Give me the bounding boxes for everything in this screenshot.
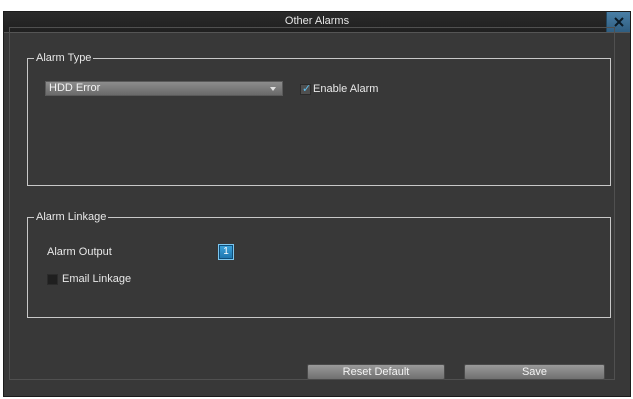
alarm-type-select-value: HDD Error (49, 82, 101, 94)
reset-default-button[interactable]: Reset Default (307, 364, 445, 380)
alarm-type-group: Alarm Type (27, 52, 611, 186)
enable-alarm-label[interactable]: Enable Alarm (313, 83, 378, 96)
alarm-output-label: Alarm Output (47, 246, 112, 258)
alarm-type-legend: Alarm Type (36, 52, 92, 64)
alarm-linkage-group: Alarm Linkage (27, 211, 611, 318)
alarm-linkage-legend: Alarm Linkage (36, 211, 107, 223)
chevron-down-icon (270, 87, 276, 91)
email-linkage-label[interactable]: Email Linkage (62, 273, 131, 286)
checkmark-icon: ✓ (302, 83, 312, 95)
save-button[interactable]: Save (464, 364, 605, 380)
alarm-output-channel-1[interactable]: 1 (218, 244, 234, 260)
dialog-title: Other Alarms (284, 15, 350, 27)
enable-alarm-checkbox[interactable]: ✓ (300, 83, 312, 95)
email-linkage-checkbox[interactable] (47, 274, 58, 285)
alarm-type-select[interactable]: HDD Error (45, 81, 283, 96)
